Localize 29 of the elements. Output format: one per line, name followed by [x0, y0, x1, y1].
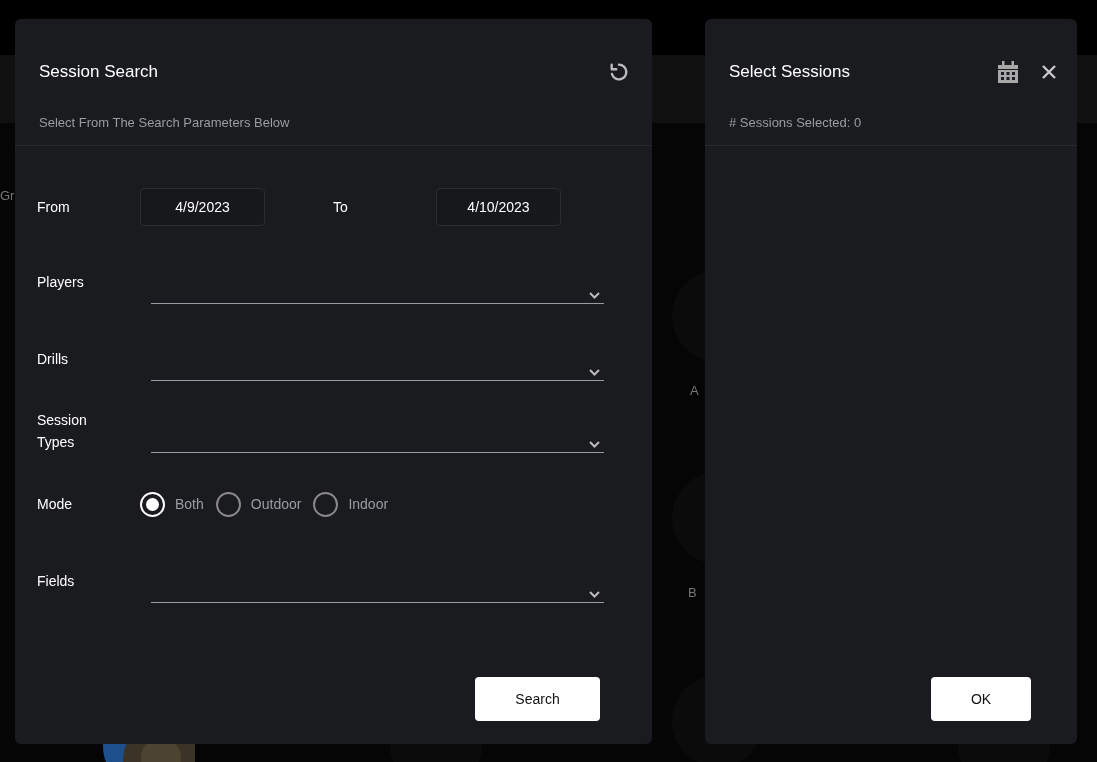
- dialog-title: Select Sessions: [729, 61, 850, 83]
- dialog-title: Session Search: [39, 61, 159, 83]
- background-text: A: [690, 382, 699, 400]
- field-label: Session Types: [37, 411, 88, 452]
- close-icon[interactable]: [1041, 63, 1057, 80]
- selected-count: # Sessions Selected: 0: [729, 113, 863, 132]
- field-label: Players: [37, 273, 85, 292]
- field-label: From: [37, 197, 71, 217]
- field-label: To: [333, 197, 349, 217]
- field-label: Fields: [37, 572, 76, 591]
- chevron-down-icon: [589, 369, 600, 376]
- radio-button[interactable]: [313, 491, 339, 517]
- date-field[interactable]: 4/9/2023: [140, 188, 265, 226]
- ok-button[interactable]: OK: [931, 677, 1031, 721]
- field-label: Mode: [37, 494, 74, 514]
- radio-button[interactable]: [215, 491, 241, 517]
- calendar-icon[interactable]: [997, 59, 1019, 84]
- search-button[interactable]: Search: [475, 677, 600, 721]
- dialog-subtitle: Select From The Search Parameters Below: [39, 113, 291, 132]
- chevron-down-icon: [589, 441, 600, 448]
- radio-option[interactable]: Both: [140, 491, 204, 517]
- background-text: B: [688, 584, 697, 602]
- chevron-down-icon: [589, 292, 600, 299]
- radio-option[interactable]: Outdoor: [215, 491, 302, 517]
- background-text: Gr: [0, 187, 15, 205]
- radio-option[interactable]: Indoor: [313, 491, 389, 517]
- field-label: Drills: [37, 350, 70, 369]
- date-field[interactable]: 4/10/2023: [436, 188, 561, 226]
- chevron-down-icon: [589, 591, 600, 598]
